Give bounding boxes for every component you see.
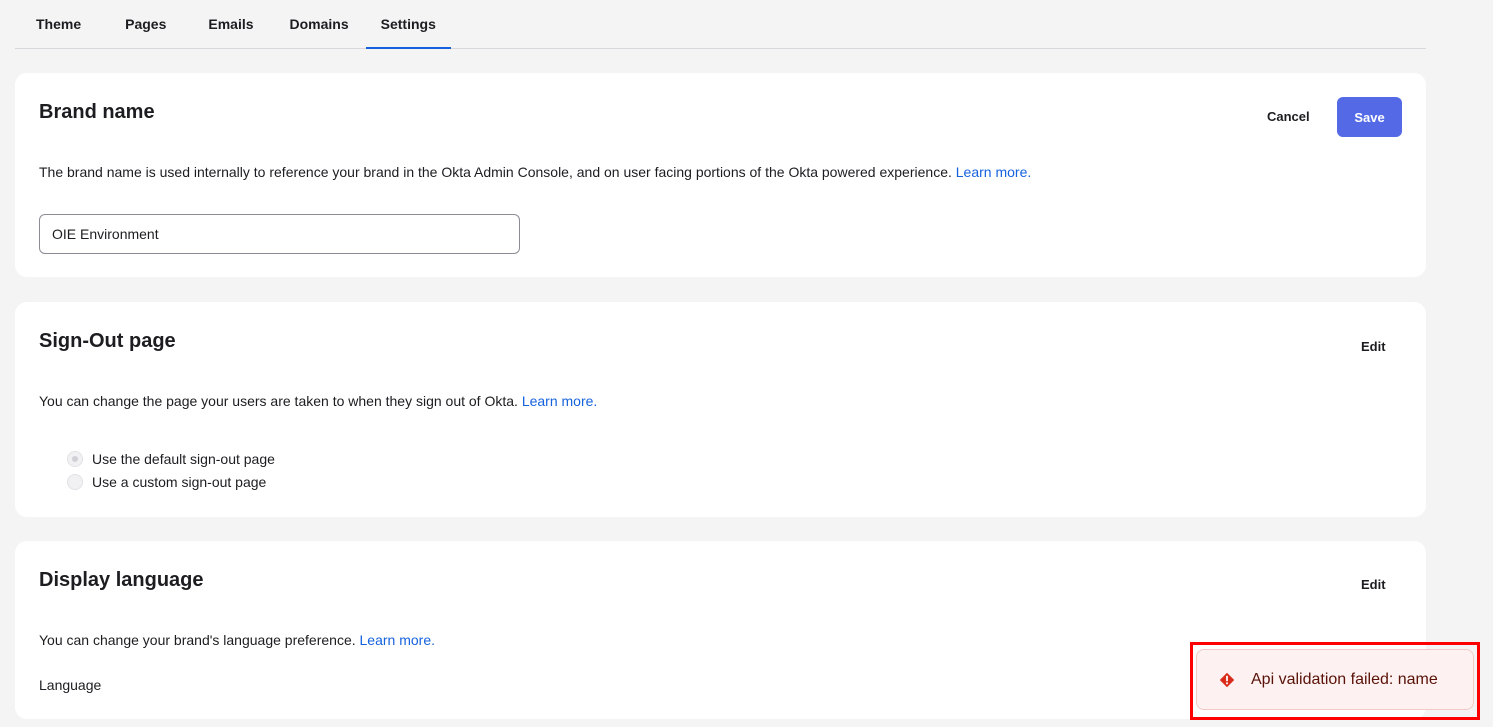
sign-out-option-custom[interactable]: Use a custom sign-out page: [67, 474, 266, 490]
radio-custom-sign-out-label: Use a custom sign-out page: [92, 474, 267, 490]
tab-bar: Theme Pages Emails Domains Settings: [15, 0, 1426, 49]
display-language-title: Display language: [39, 569, 204, 591]
brand-name-description: The brand name is used internally to ref…: [39, 164, 1031, 180]
display-language-edit-button[interactable]: Edit: [1361, 577, 1386, 592]
language-label: Language: [39, 677, 102, 693]
display-language-learn-more-link[interactable]: Learn more.: [360, 632, 435, 648]
brand-name-input[interactable]: [39, 214, 520, 254]
tab-pages[interactable]: Pages: [102, 0, 189, 48]
sign-out-description: You can change the page your users are t…: [39, 393, 597, 409]
display-language-description-text: You can change your brand's language pre…: [39, 632, 356, 648]
brand-name-description-text: The brand name is used internally to ref…: [39, 164, 952, 180]
radio-custom-sign-out[interactable]: [67, 474, 83, 490]
tab-theme[interactable]: Theme: [15, 0, 102, 48]
radio-default-sign-out[interactable]: [67, 451, 83, 467]
tab-domains[interactable]: Domains: [273, 0, 366, 48]
cancel-button[interactable]: Cancel: [1267, 109, 1310, 124]
sign-out-description-text: You can change the page your users are t…: [39, 393, 518, 409]
sign-out-title: Sign-Out page: [39, 330, 176, 352]
sign-out-learn-more-link[interactable]: Learn more.: [522, 393, 597, 409]
error-diamond-icon: [1219, 672, 1235, 687]
brand-name-title: Brand name: [39, 101, 155, 123]
error-toast: Api validation failed: name: [1196, 649, 1474, 710]
sign-out-option-default[interactable]: Use the default sign-out page: [67, 451, 275, 467]
radio-default-sign-out-label: Use the default sign-out page: [92, 451, 275, 467]
brand-name-learn-more-link[interactable]: Learn more.: [956, 164, 1031, 180]
toast-message: Api validation failed: name: [1251, 670, 1438, 688]
sign-out-card: Sign-Out page Edit You can change the pa…: [15, 302, 1426, 517]
save-button[interactable]: Save: [1337, 97, 1402, 137]
tab-emails[interactable]: Emails: [189, 0, 272, 48]
brand-name-card: Brand name Cancel Save The brand name is…: [15, 73, 1426, 277]
sign-out-edit-button[interactable]: Edit: [1361, 339, 1386, 354]
tab-settings[interactable]: Settings: [365, 0, 452, 49]
display-language-description: You can change your brand's language pre…: [39, 632, 435, 648]
